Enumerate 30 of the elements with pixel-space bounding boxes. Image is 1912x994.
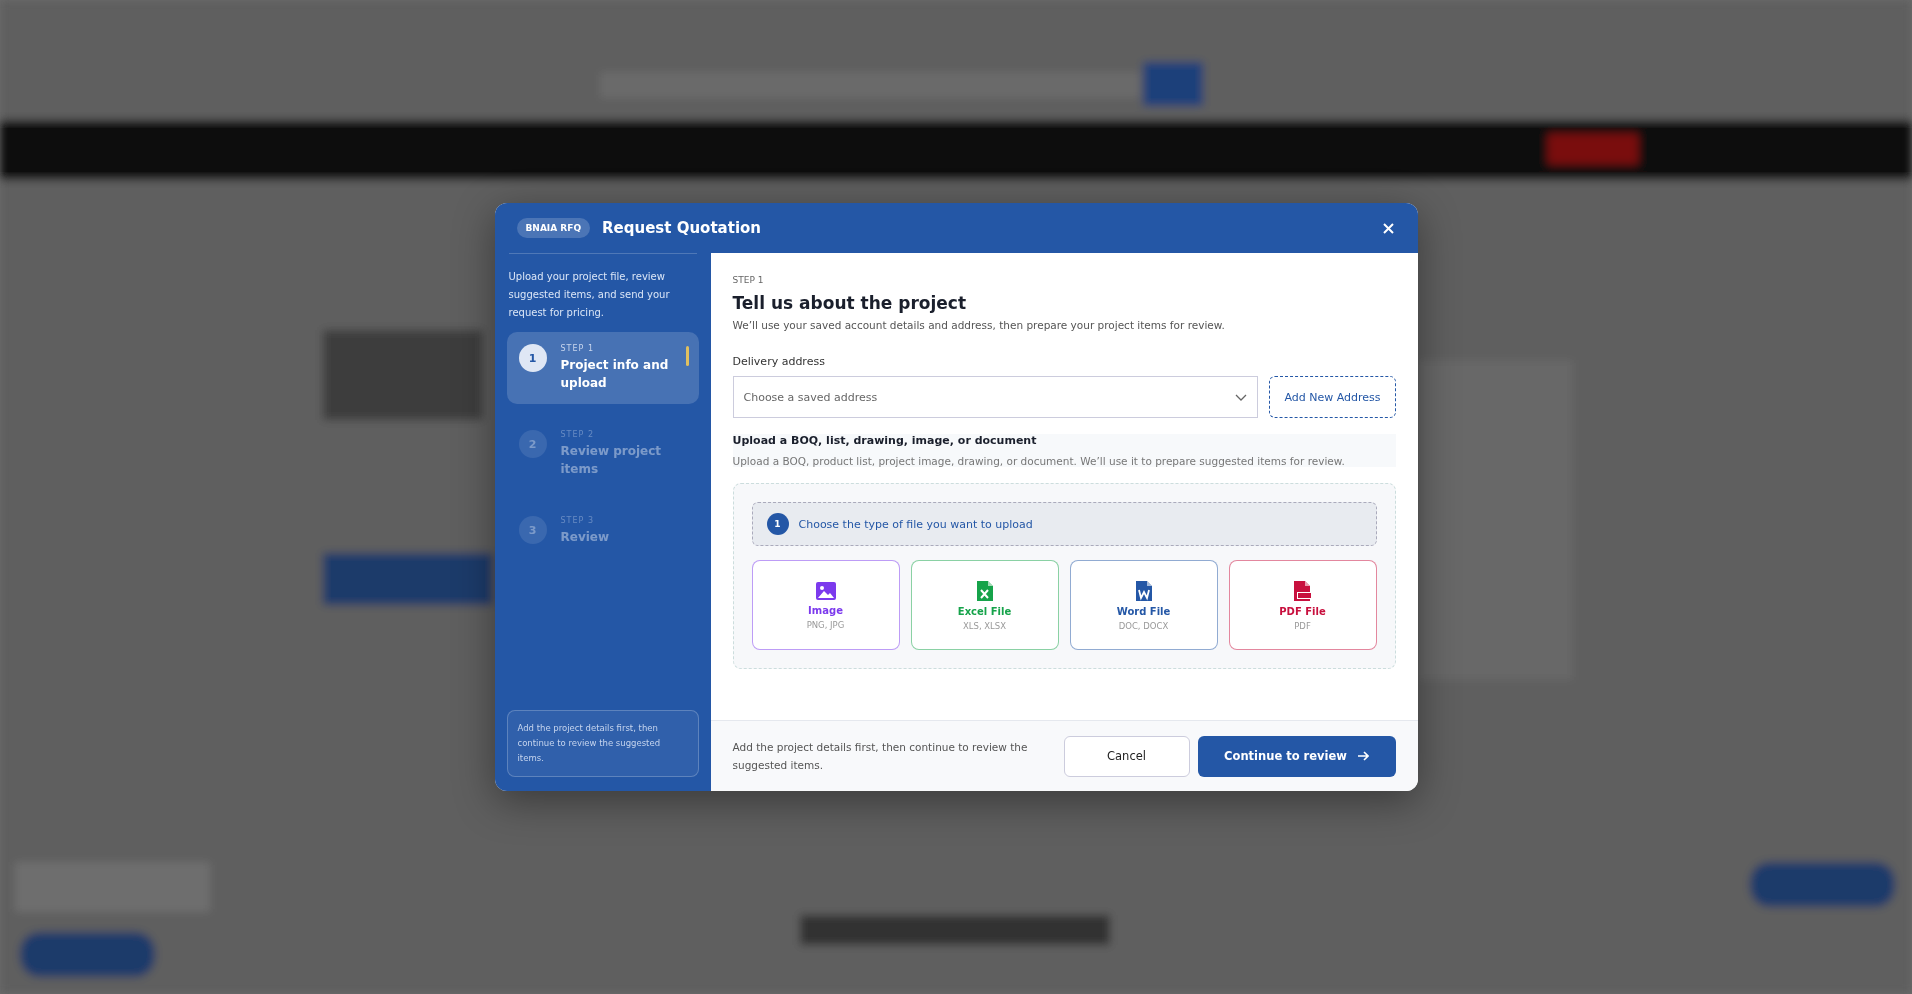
field-label: Delivery address bbox=[732, 355, 826, 368]
cancel-button[interactable]: Cancel bbox=[1063, 735, 1190, 777]
section-heading: Tell us about the project bbox=[732, 293, 968, 313]
close-icon bbox=[1382, 222, 1394, 234]
spreadsheet-file-icon bbox=[975, 579, 994, 602]
upload-description: Upload a BOQ, product list, project image, drawing, or document. We’ll use it to prepare suggested items for review. bbox=[732, 455, 1346, 467]
close-button[interactable] bbox=[1380, 220, 1396, 236]
chevron-down-icon bbox=[1235, 393, 1248, 401]
document-file-icon bbox=[1134, 579, 1153, 602]
sidebar-intro: Upload your project file, review suggested items, and send your request for pricing. bbox=[508, 253, 697, 322]
address-select[interactable]: Choose a saved address bbox=[732, 376, 1259, 418]
arrow-right-icon bbox=[1356, 751, 1369, 761]
file-type-card[interactable]: Excel File XLS, XLSX bbox=[910, 560, 1059, 650]
section-subheading: We’ll use your saved account details and address, then prepare your project items for review. bbox=[732, 319, 1226, 331]
file-type-card[interactable]: Image PNG, JPG bbox=[751, 560, 900, 650]
image-icon bbox=[814, 580, 837, 601]
add-address-button[interactable]: Add New Address bbox=[1269, 376, 1396, 418]
step-number-badge: 1 bbox=[766, 513, 789, 535]
step-item[interactable]: 1 STEP 1 Project info and upload bbox=[506, 332, 699, 404]
continue-button[interactable]: Continue to review bbox=[1197, 735, 1396, 777]
rfq-badge: BNAIA RFQ bbox=[516, 218, 591, 238]
file-type-card[interactable]: Word File DOC, DOCX bbox=[1069, 560, 1218, 650]
instruction-text: Choose the type of file you want to upload bbox=[798, 517, 1033, 531]
file-type-card[interactable]: PDF File PDF bbox=[1228, 560, 1377, 650]
upload-title: Upload a BOQ, list, drawing, image, or document bbox=[732, 434, 1038, 447]
dialog-title: Request Quotation bbox=[602, 219, 762, 237]
sidebar-note: Add the project details first, then continue to review the suggested items. bbox=[506, 710, 699, 777]
pdf-file-icon bbox=[1292, 579, 1313, 602]
step-label: STEP 1 bbox=[732, 275, 765, 285]
footer-note: Add the project details first, then continue to review the suggested items. bbox=[732, 740, 1029, 773]
